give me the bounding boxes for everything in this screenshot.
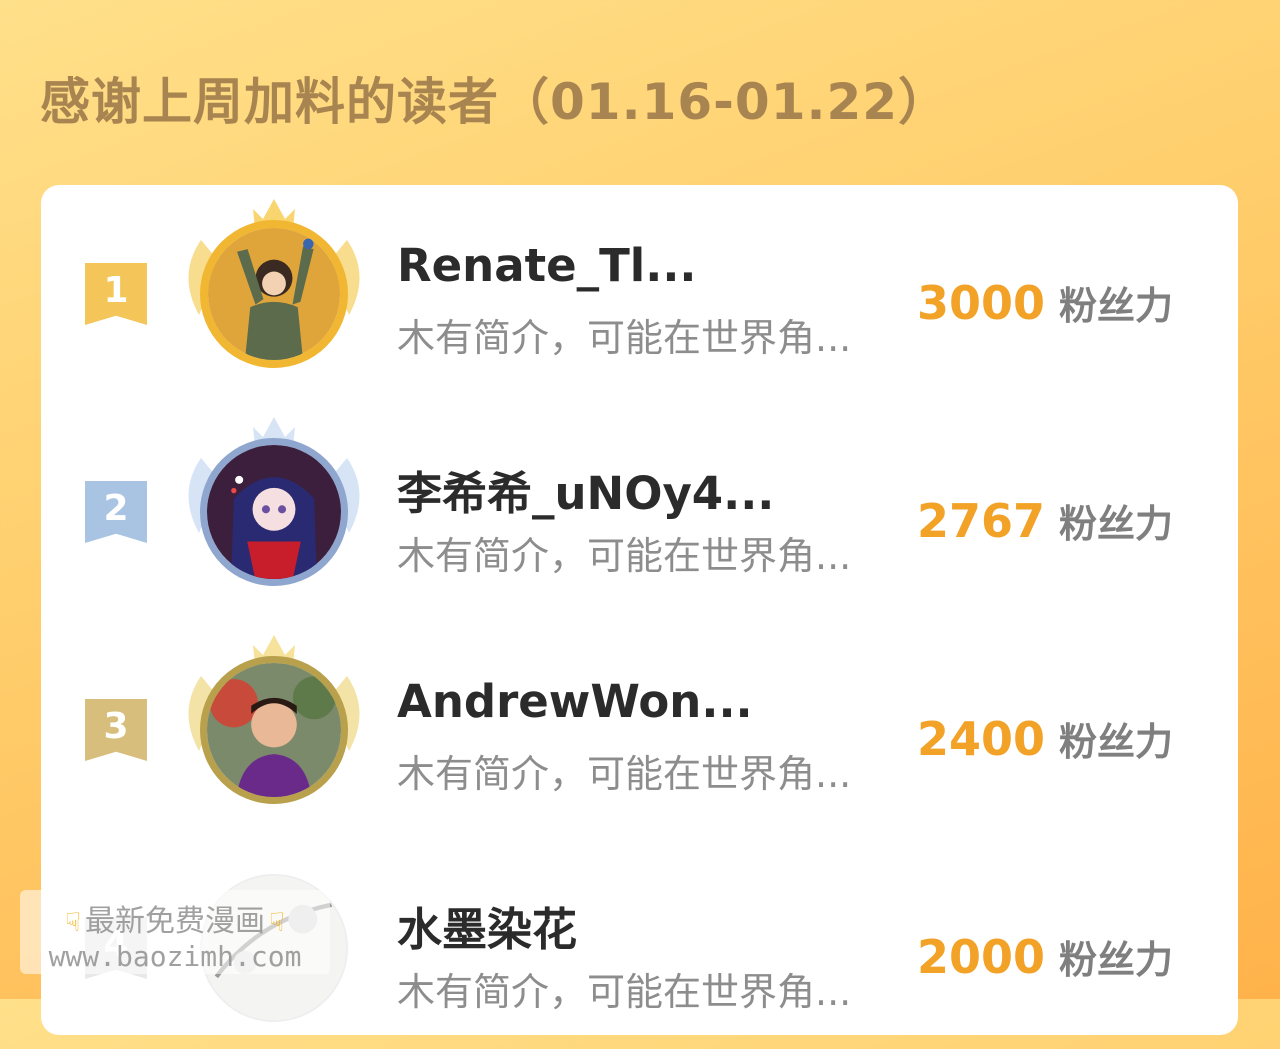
page-title: 感谢上周加料的读者（01.16-01.22） [40,73,950,131]
rank-badge-1: 1 [85,263,147,325]
watermark-url: www.baozimh.com [48,940,302,973]
watermark-line1: 最新免费漫画 [85,904,265,939]
user-name-1[interactable]: Renate_Tl... [397,239,697,292]
user-bio-3: 木有简介，可能在世界角... [397,752,852,796]
leaderboard-row-2[interactable]: 2 李希希_uNOy4... 木有简介，可能在世界角... 2767 粉丝力 [41,413,1238,613]
score-unit-1: 粉丝力 [1059,284,1174,328]
score-value-2: 2767 [917,494,1046,548]
bronze-medal-frame [171,631,377,811]
pointing-down-hand-icon: ☟ [65,908,81,938]
user-name-3[interactable]: AndrewWon... [397,675,753,728]
leaderboard-row-1[interactable]: 1 Renate_Tl... 木有简介，可能在世界角... 3000 粉丝力 [41,195,1238,395]
user-bio-2: 木有简介，可能在世界角... [397,534,852,578]
avatar-user-2[interactable] [200,438,348,586]
watermark-overlay: ☟ 最新免费漫画 ☟ www.baozimh.com [20,890,330,974]
user-name-4[interactable]: 水墨染花 [397,893,577,958]
score-value-3: 2400 [917,712,1046,766]
score-unit-2: 粉丝力 [1059,502,1174,546]
score-1: 3000 粉丝力 [917,275,1173,330]
silver-medal-frame [171,413,377,593]
user-bio-1: 木有简介，可能在世界角... [397,316,852,360]
gold-medal-frame [171,195,377,375]
user-bio-4: 木有简介，可能在世界角... [397,970,852,1014]
score-value-4: 2000 [917,930,1046,984]
score-unit-4: 粉丝力 [1059,938,1174,982]
avatar-user-3[interactable] [200,656,348,804]
score-2: 2767 粉丝力 [917,493,1173,548]
score-4: 2000 粉丝力 [917,929,1173,984]
pointing-down-hand-icon: ☟ [269,908,285,938]
score-value-1: 3000 [917,276,1046,330]
user-name-2[interactable]: 李希希_uNOy4... [397,457,774,522]
rank-badge-3: 3 [85,699,147,761]
score-3: 2400 粉丝力 [917,711,1173,766]
score-unit-3: 粉丝力 [1059,720,1174,764]
avatar-user-1[interactable] [200,220,348,368]
leaderboard-row-3[interactable]: 3 AndrewWon... 木有简介，可能在世界角... 2400 粉丝力 [41,631,1238,831]
rank-badge-2: 2 [85,481,147,543]
